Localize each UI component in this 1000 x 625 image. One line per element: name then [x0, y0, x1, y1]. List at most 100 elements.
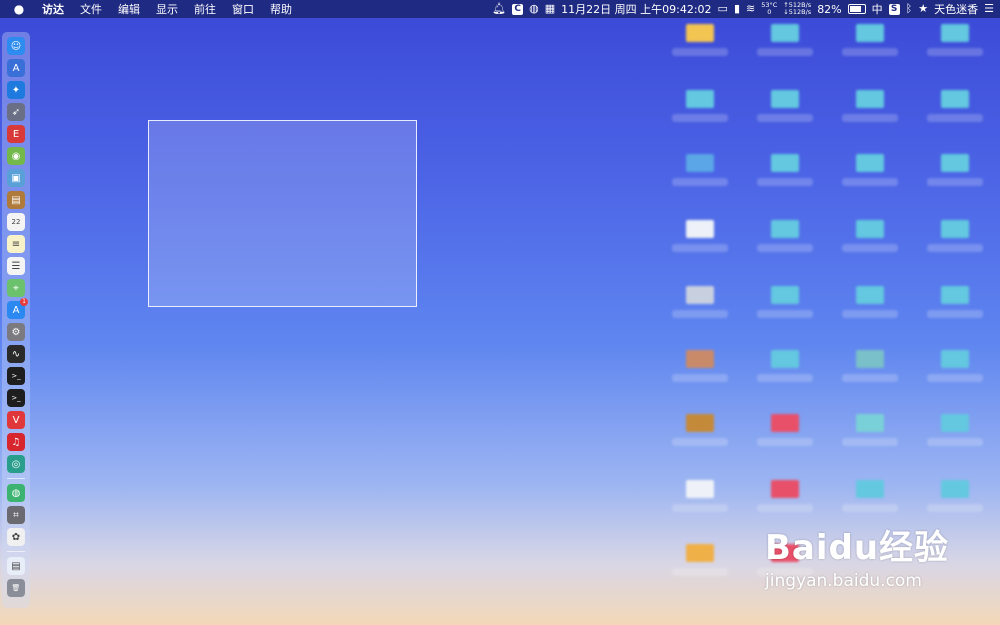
- desktop-icon[interactable]: [660, 216, 740, 252]
- dock-netease-music-icon[interactable]: ♫: [7, 433, 25, 451]
- menu-window[interactable]: 窗口: [232, 1, 254, 17]
- desktop-icon[interactable]: [660, 476, 740, 512]
- desktop-icon[interactable]: [830, 150, 910, 186]
- dock-documents-icon[interactable]: ▤: [7, 557, 25, 575]
- battery-percent[interactable]: 82%: [817, 3, 841, 16]
- desktop-icon[interactable]: [660, 20, 740, 56]
- dock-notes-icon[interactable]: ≡: [7, 235, 25, 253]
- dock-calendar-icon[interactable]: 22: [7, 213, 25, 231]
- s-app-icon[interactable]: S: [888, 3, 900, 15]
- desktop-icon[interactable]: [915, 476, 995, 512]
- dock-safari-icon[interactable]: ✦: [7, 81, 25, 99]
- desktop-icon[interactable]: [745, 86, 825, 122]
- ime-indicator[interactable]: 中: [872, 1, 883, 17]
- menu-edit[interactable]: 编辑: [118, 1, 140, 17]
- desktop-icon[interactable]: [915, 282, 995, 318]
- desktop-icon-label: [927, 114, 983, 122]
- dock-badge: 1: [20, 298, 28, 306]
- desktop-icon-thumbnail: [686, 350, 714, 368]
- desktop-icon[interactable]: [745, 476, 825, 512]
- dock-teal-app-icon[interactable]: ◎: [7, 455, 25, 473]
- bookmark-icon[interactable]: ▮: [734, 0, 740, 18]
- c-app-icon[interactable]: C: [512, 3, 524, 15]
- dock-vivaldi-icon[interactable]: V: [7, 411, 25, 429]
- dock: ☺ A ✦ ➶ E ◉ ▣ ▤ 22 ≡ ☰ ⌖ A 1 ⚙ ∿ >_ >_ V ♫ ◎ ◍ ⌗ ✿ ▤ 🗑: [2, 32, 30, 608]
- desktop-icon[interactable]: [745, 150, 825, 186]
- desktop-icon[interactable]: [830, 476, 910, 512]
- temp-sub: 0: [767, 8, 772, 16]
- desktop-icon[interactable]: [830, 216, 910, 252]
- temperature[interactable]: 53°C 0: [761, 2, 777, 16]
- dock-app-red-icon[interactable]: E: [7, 125, 25, 143]
- desktop-icon[interactable]: [830, 86, 910, 122]
- menu-go[interactable]: 前往: [194, 1, 216, 17]
- dock-terminal-1-icon[interactable]: >_: [7, 367, 25, 385]
- desktop-icon[interactable]: [660, 540, 740, 576]
- dock-launchpad-icon[interactable]: A: [7, 59, 25, 77]
- dock-wechat-icon[interactable]: ◍: [7, 484, 25, 502]
- desktop-icon-label: [757, 114, 813, 122]
- desktop-icon-label: [672, 310, 728, 318]
- desktop-icon[interactable]: [915, 150, 995, 186]
- desktop-icon-thumbnail: [771, 220, 799, 238]
- desktop-icon[interactable]: [660, 282, 740, 318]
- desktop-icon-thumbnail: [941, 414, 969, 432]
- dock-android-icon[interactable]: ◉: [7, 147, 25, 165]
- desktop-icon[interactable]: [660, 150, 740, 186]
- user-name[interactable]: 天色迷香: [934, 1, 978, 17]
- control-center-icon[interactable]: ☰: [984, 0, 994, 18]
- network-speed[interactable]: ↑512B/s ↓512B/s: [783, 2, 811, 16]
- keyboard-icon[interactable]: ▭: [718, 0, 728, 18]
- bluetooth-icon[interactable]: ᛒ: [906, 0, 913, 18]
- menu-help[interactable]: 帮助: [270, 1, 292, 17]
- dock-system-preferences-icon[interactable]: ⚙: [7, 323, 25, 341]
- desktop-icon[interactable]: [830, 20, 910, 56]
- dock-reminders-icon[interactable]: ☰: [7, 257, 25, 275]
- menu-view[interactable]: 显示: [156, 1, 178, 17]
- datetime[interactable]: 11月22日 周四 上午09:42:02: [561, 1, 711, 17]
- battery-icon[interactable]: [847, 4, 866, 14]
- dock-maps-icon[interactable]: ⌖: [7, 279, 25, 297]
- wifi-icon[interactable]: ≋: [746, 0, 755, 18]
- desktop-icon[interactable]: [745, 282, 825, 318]
- desktop-icon[interactable]: [915, 216, 995, 252]
- menu-file[interactable]: 文件: [80, 1, 102, 17]
- notification-icon[interactable]: 🔔︎: [492, 0, 506, 18]
- desktop-icon[interactable]: [660, 86, 740, 122]
- baidu-watermark: Baidu经验 jingyan.baidu.com: [765, 520, 985, 610]
- desktop-icon[interactable]: [745, 20, 825, 56]
- net-down: ↓512B/s: [783, 8, 812, 16]
- desktop-icon[interactable]: [830, 282, 910, 318]
- dock-photos-icon[interactable]: ✿: [7, 528, 25, 546]
- calendar-icon[interactable]: ▦: [545, 0, 555, 18]
- dock-app-store-icon[interactable]: A1: [7, 298, 28, 319]
- dock-activity-monitor-icon[interactable]: ∿: [7, 345, 25, 363]
- desktop-icon[interactable]: [745, 216, 825, 252]
- desktop-icon[interactable]: [660, 346, 740, 382]
- star-icon[interactable]: ★: [918, 0, 928, 18]
- desktop-icon-thumbnail: [771, 350, 799, 368]
- desktop-icon[interactable]: [745, 410, 825, 446]
- desktop-icon[interactable]: [915, 86, 995, 122]
- dock-finder-icon[interactable]: ☺: [7, 37, 25, 55]
- menu-app-name[interactable]: 访达: [42, 1, 64, 17]
- desktop-icon[interactable]: [745, 346, 825, 382]
- desktop-icon-thumbnail: [941, 90, 969, 108]
- desktop-icon[interactable]: [915, 346, 995, 382]
- desktop-icon[interactable]: [915, 20, 995, 56]
- desktop-icon[interactable]: [660, 410, 740, 446]
- desktop-icon-label: [842, 438, 898, 446]
- globe-icon[interactable]: ◍: [529, 0, 539, 18]
- desktop-icon[interactable]: [915, 410, 995, 446]
- dock-rocket-icon[interactable]: ➶: [7, 103, 25, 121]
- dock-notebook-icon[interactable]: ▤: [7, 191, 25, 209]
- dock-screenshot-icon[interactable]: ⌗: [7, 506, 25, 524]
- dock-trash-icon[interactable]: 🗑: [7, 579, 25, 597]
- desktop-icon[interactable]: [830, 410, 910, 446]
- dock-preview-icon[interactable]: ▣: [7, 169, 25, 187]
- apple-menu-icon[interactable]: ●: [10, 2, 28, 16]
- dock-terminal-2-icon[interactable]: >_: [7, 389, 25, 407]
- desktop-icon[interactable]: [830, 346, 910, 382]
- battery-fill: [849, 6, 862, 12]
- desktop-icon-label: [672, 178, 728, 186]
